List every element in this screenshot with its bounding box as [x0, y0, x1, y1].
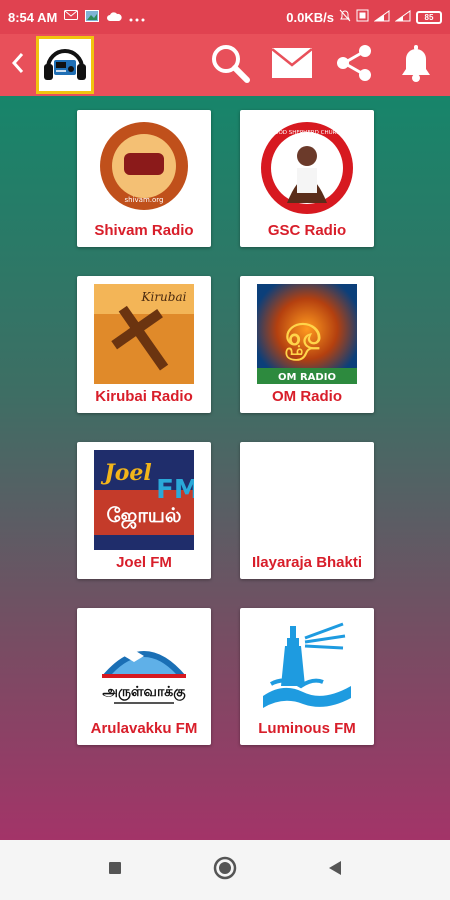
notifications-button[interactable]	[394, 43, 438, 87]
station-card-ilayaraja-bhakti[interactable]: Ilayaraja Bhakti	[240, 442, 374, 579]
system-nav-bar	[0, 840, 450, 900]
back-nav-button[interactable]	[320, 855, 350, 885]
home-button[interactable]	[210, 855, 240, 885]
mail-button[interactable]	[270, 43, 314, 87]
station-card-luminous-fm[interactable]: Luminous FM	[240, 608, 374, 745]
station-card-kirubai-radio[interactable]: Kirubai Kirubai Radio	[77, 276, 211, 413]
app-logo	[36, 36, 94, 94]
search-button[interactable]	[208, 43, 252, 87]
network-speed: 0.0KB/s	[286, 9, 334, 25]
battery-icon: 85	[416, 10, 442, 24]
message-icon	[64, 9, 79, 25]
station-card-joel-fm[interactable]: Joel ஜோயல் FM Joel FM	[77, 442, 211, 579]
status-bar: 8:54 AM 0.0KB/s 85	[0, 0, 450, 34]
station-name: Ilayaraja Bhakti	[251, 554, 363, 571]
om-radio-logo: ௐ OM RADIO	[257, 284, 357, 384]
station-name: Shivam Radio	[94, 222, 194, 239]
shivam-logo-text: shivam.org	[125, 196, 164, 204]
ilayaraja-bhakti-logo	[257, 450, 357, 550]
square-icon	[108, 861, 122, 880]
om-logo-text: OM RADIO	[278, 372, 336, 383]
sim-icon	[356, 9, 369, 25]
status-time: 8:54 AM	[8, 9, 58, 25]
app-actions	[208, 43, 450, 87]
station-name: Luminous FM	[258, 720, 356, 737]
back-button[interactable]	[0, 34, 36, 96]
station-name: Joel FM	[116, 554, 172, 571]
joel-logo-text-fm: FM	[156, 475, 194, 505]
station-card-gsc-radio[interactable]: GOOD SHEPHERD CHURCH GSC Radio	[240, 110, 374, 247]
bell-icon	[398, 43, 434, 88]
chevron-left-icon	[11, 52, 25, 79]
cloud-icon	[106, 10, 123, 25]
gsc-logo-text: GOOD SHEPHERD CHURCH	[270, 130, 344, 136]
mail-icon	[271, 47, 313, 84]
status-right: 0.0KB/s 85	[286, 9, 442, 25]
station-grid: shivam.org Shivam Radio GOOD SHEPHERD CH…	[0, 96, 450, 840]
gallery-icon	[85, 9, 100, 25]
kirubai-radio-logo: Kirubai	[94, 284, 194, 384]
station-card-shivam-radio[interactable]: shivam.org Shivam Radio	[77, 110, 211, 247]
radio-headphones-logo-icon	[42, 42, 88, 89]
kirubai-logo-text: Kirubai	[141, 290, 187, 304]
shivam-radio-logo: shivam.org	[94, 118, 194, 218]
station-card-om-radio[interactable]: ௐ OM RADIO OM Radio	[240, 276, 374, 413]
station-name: Arulavakku FM	[90, 720, 198, 737]
circle-icon	[213, 856, 237, 885]
luminous-fm-logo	[257, 616, 357, 716]
signal-icon-2	[394, 9, 411, 25]
status-left: 8:54 AM	[8, 9, 145, 25]
arulavakku-fm-logo: அருள்வாக்கு	[94, 616, 194, 716]
arulavakku-logo-text: அருள்வாக்கு	[102, 684, 186, 701]
svg-text:ௐ: ௐ	[284, 303, 330, 362]
station-name: GSC Radio	[267, 222, 347, 239]
share-icon	[334, 43, 374, 88]
signal-icon	[373, 9, 390, 25]
share-button[interactable]	[332, 43, 376, 87]
joel-logo-text-tamil: ஜோயல்	[106, 503, 181, 530]
more-dots-icon	[129, 10, 145, 25]
joel-fm-logo: Joel ஜோயல் FM	[94, 450, 194, 550]
station-card-arulavakku-fm[interactable]: அருள்வாக்கு Arulavakku FM	[77, 608, 211, 745]
mute-bell-icon	[339, 9, 351, 25]
station-name: OM Radio	[272, 388, 342, 405]
gsc-radio-logo: GOOD SHEPHERD CHURCH	[257, 118, 357, 218]
joel-logo-text: Joel	[100, 460, 151, 486]
recents-button[interactable]	[100, 855, 130, 885]
station-name: Kirubai Radio	[95, 388, 193, 405]
app-bar	[0, 34, 450, 96]
triangle-back-icon	[328, 860, 342, 881]
search-icon	[210, 43, 250, 88]
